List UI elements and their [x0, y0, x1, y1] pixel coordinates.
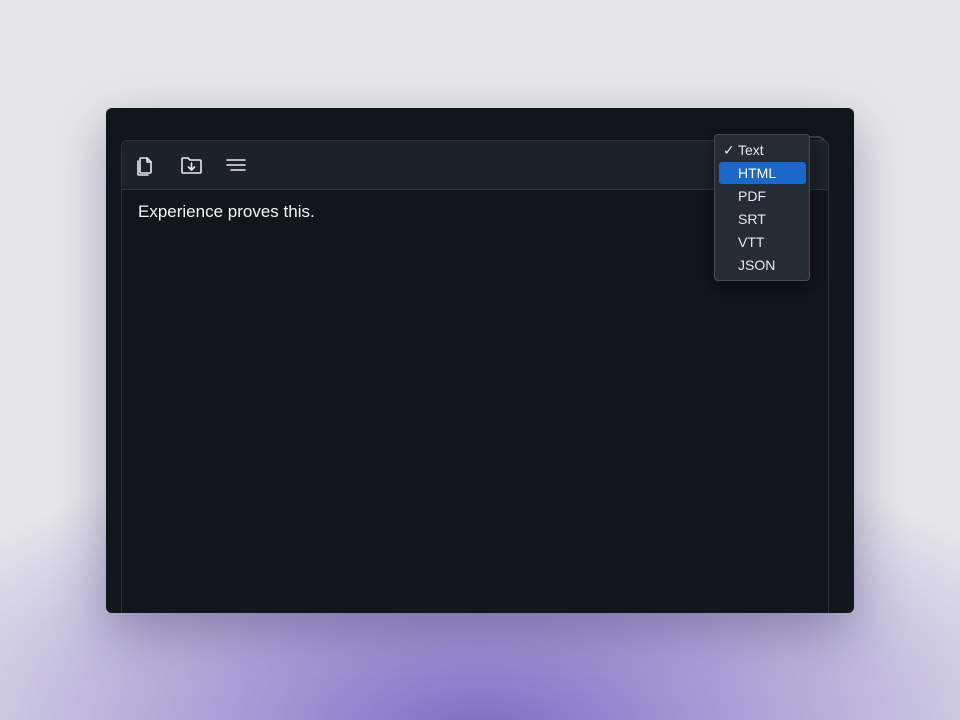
format-dropdown-menu: ✓ Text HTML PDF SRT VTT JSON [714, 134, 810, 281]
menu-item-label: Text [738, 142, 764, 158]
editor-text[interactable]: Experience proves this. [138, 202, 315, 222]
menu-item-label: PDF [738, 188, 766, 204]
menu-item-json[interactable]: JSON [719, 254, 806, 276]
menu-item-label: JSON [738, 257, 776, 273]
menu-item-label: VTT [738, 234, 765, 250]
menu-item-pdf[interactable]: PDF [719, 185, 806, 207]
copy-icon [137, 157, 152, 176]
menu-item-label: HTML [738, 165, 777, 181]
folder-download-icon [181, 157, 202, 174]
copy-button[interactable] [130, 151, 158, 179]
save-button[interactable] [178, 151, 206, 179]
menu-item-vtt[interactable]: VTT [719, 231, 806, 253]
menu-item-html[interactable]: HTML [719, 162, 806, 184]
menu-item-text[interactable]: ✓ Text [719, 139, 806, 161]
lines-icon [226, 159, 246, 171]
check-mark-icon: ✓ [723, 142, 735, 158]
menu-item-srt[interactable]: SRT [719, 208, 806, 230]
format-button[interactable] [222, 151, 250, 179]
menu-item-label: SRT [738, 211, 766, 227]
